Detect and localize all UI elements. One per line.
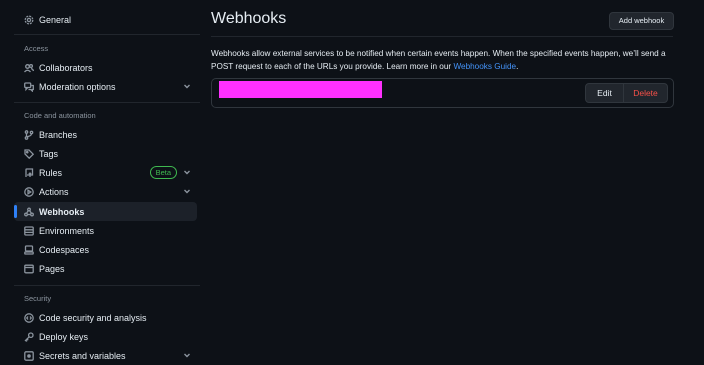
section-title-security: Security [24, 294, 52, 303]
sidebar-item-webhooks[interactable]: Webhooks [14, 202, 197, 221]
add-webhook-button[interactable]: Add webhook [609, 12, 674, 30]
sidebar-item-branches[interactable]: Branches [14, 125, 197, 144]
chevron-down-icon[interactable] [183, 351, 191, 359]
title-divider [211, 36, 673, 37]
sidebar-item-label: Webhooks [39, 206, 85, 217]
comment-discussion-icon [24, 81, 34, 92]
section-title-code-and-automation: Code and automation [24, 111, 96, 120]
sidebar-item-label: Branches [39, 129, 78, 140]
sidebar-item-label: General [39, 14, 72, 25]
webhooks-description: Webhooks allow external services to be n… [211, 47, 681, 73]
description-text: Webhooks allow external services to be n… [211, 49, 666, 71]
asterisk-icon [24, 350, 34, 361]
sidebar-item-secrets-and-variables[interactable]: Secrets and variables [14, 346, 197, 365]
sidebar-item-label: Rules [39, 167, 63, 178]
codescan-icon [24, 312, 34, 323]
sidebar-divider [14, 285, 200, 286]
section-title-access: Access [24, 44, 49, 53]
description-end: . [516, 62, 519, 71]
sidebar-item-label: Environments [39, 225, 95, 236]
sidebar-item-label: Collaborators [39, 62, 93, 73]
codespaces-icon [24, 244, 34, 255]
tag-icon [24, 148, 34, 159]
sidebar-item-actions[interactable]: Actions [14, 182, 197, 201]
chevron-down-icon[interactable] [183, 168, 191, 176]
sidebar-item-rules[interactable]: Rules Beta [14, 163, 197, 182]
play-icon [24, 186, 34, 197]
sidebar-item-environments[interactable]: Environments [14, 221, 197, 240]
server-icon [24, 225, 34, 236]
sidebar-item-pages[interactable]: Pages [14, 259, 197, 278]
sidebar-item-collaborators[interactable]: Collaborators [14, 58, 197, 77]
sidebar-item-tags[interactable]: Tags [14, 144, 197, 163]
chevron-down-icon[interactable] [183, 82, 191, 90]
delete-button[interactable]: Delete [624, 84, 667, 102]
gear-icon [24, 15, 34, 25]
webhook-icon [24, 207, 34, 217]
sidebar-item-general[interactable]: General [14, 10, 197, 29]
sidebar-item-label: Codespaces [39, 244, 90, 255]
sidebar-item-label: Deploy keys [39, 331, 89, 342]
sidebar-divider [14, 102, 200, 103]
webhooks-guide-link[interactable]: Webhooks Guide [453, 62, 516, 71]
sidebar-item-deploy-keys[interactable]: Deploy keys [14, 327, 197, 346]
browser-icon [24, 264, 34, 274]
sidebar-item-code-security[interactable]: Code security and analysis [14, 308, 197, 327]
people-icon [24, 63, 34, 73]
edit-button[interactable]: Edit [586, 84, 624, 102]
webhook-url-redacted[interactable] [219, 81, 382, 98]
sidebar-item-label: Pages [39, 263, 65, 274]
sidebar-item-codespaces[interactable]: Codespaces [14, 240, 197, 259]
settings-sidebar: General Access Collaborators Moderation … [0, 0, 200, 365]
webhook-actions: Edit Delete [585, 83, 668, 103]
sidebar-item-label: Actions [39, 186, 69, 197]
sidebar-item-moderation-options[interactable]: Moderation options [14, 77, 197, 96]
sidebar-divider [14, 34, 200, 35]
sidebar-item-label: Code security and analysis [39, 312, 147, 323]
git-branch-icon [24, 129, 34, 140]
page-title: Webhooks [211, 10, 287, 27]
sidebar-item-label: Moderation options [39, 81, 116, 92]
sidebar-item-label: Secrets and variables [39, 350, 126, 361]
beta-badge: Beta [149, 166, 177, 179]
key-icon [24, 331, 34, 342]
chevron-down-icon[interactable] [183, 187, 191, 195]
repo-push-icon [24, 167, 34, 178]
sidebar-item-label: Tags [39, 148, 59, 159]
